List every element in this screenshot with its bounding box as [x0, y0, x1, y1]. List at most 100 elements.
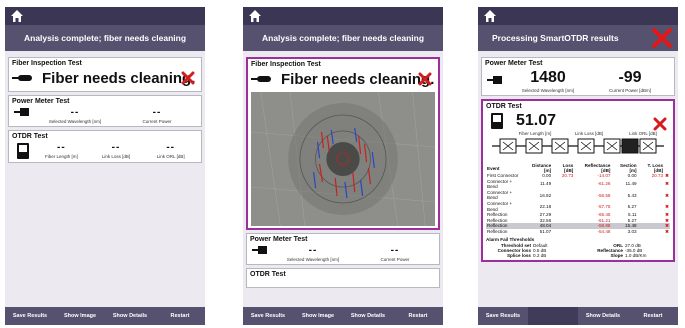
- card-title: Fiber Inspection Test: [251, 61, 321, 68]
- phone-screen-2: Analysis complete; fiber needs cleaning …: [243, 7, 443, 325]
- power-label: Current Power [dBm]: [608, 88, 651, 93]
- endface-graphic: [251, 92, 435, 226]
- event-section: 5.43: [627, 192, 637, 198]
- event-loss: [552, 190, 574, 201]
- link-orl-label: Link ORL [dB]: [156, 154, 185, 159]
- event-distance: 22.18: [539, 203, 552, 209]
- event-reflectance: -56.58: [597, 192, 611, 198]
- wavelength-value: 1480: [530, 69, 566, 86]
- link-orl-value: --: [166, 142, 176, 153]
- power-meter-card[interactable]: Power Meter Test -- Selected Wavelength […: [246, 233, 440, 265]
- fiber-probe-icon: [251, 76, 271, 82]
- wavelength-label: Selected Wavelength [nm]: [521, 88, 575, 93]
- power-meter-icon: [252, 246, 267, 254]
- event-section: 3.03: [627, 228, 637, 234]
- power-meter-card[interactable]: Power Meter Test -- Selected Wavelength […: [8, 95, 202, 127]
- event-section: 5.27: [627, 203, 637, 209]
- fiber-length-value: --: [57, 142, 66, 153]
- fiber-endface-image[interactable]: [251, 92, 435, 226]
- wavelength-value: --: [70, 107, 80, 118]
- card-title: OTDR Test: [486, 103, 522, 110]
- wavelength-label: Selected Wavelength [nm]: [48, 119, 102, 124]
- threshold-value: 1.0 dB/Km: [625, 252, 647, 258]
- threshold-key: Splice loss: [506, 252, 531, 258]
- restart-button[interactable]: Restart: [393, 307, 443, 325]
- home-icon[interactable]: [10, 9, 24, 23]
- event-total-loss: [638, 201, 665, 212]
- show-image-button[interactable]: Show Image: [55, 307, 105, 325]
- fiber-length-value: 51.07: [516, 112, 557, 129]
- link-loss-value: --: [111, 142, 121, 153]
- footer-bar: Save Results Show Image Show Details Res…: [243, 307, 443, 325]
- otdr-device-icon: [17, 143, 29, 159]
- fail-x-icon: ✖: [665, 192, 669, 198]
- table-row[interactable]: Connector + Bend 22.18 -57.75 5.27 ✖: [486, 201, 670, 212]
- footer-bar: Save Results Show Details Restart: [478, 307, 678, 325]
- card-title: OTDR Test: [12, 133, 48, 140]
- card-title: OTDR Test: [250, 271, 286, 278]
- col-header: Event: [487, 165, 500, 171]
- thresholds-title: Alarm Fail Thresholds: [486, 236, 535, 242]
- events-table: Event Distance [m] Loss [dB] Reflectance…: [486, 163, 670, 235]
- event-distance: 11.49: [540, 181, 552, 187]
- otdr-card[interactable]: OTDR Test -- Fiber Length [m] -- Link Loss…: [8, 130, 202, 163]
- phone-screen-1: Analysis complete; fiber needs cleaning …: [5, 7, 205, 325]
- wavelength-label: Selected Wavelength [nm]: [286, 257, 340, 262]
- col-header: Reflectance [dB]: [584, 163, 611, 173]
- event-name: Connector + Bend: [487, 178, 513, 190]
- event-name: Connector + Bend: [487, 189, 513, 201]
- power-value: -99: [618, 69, 642, 86]
- thresholds-section: Alarm Fail Thresholds Threshold set Defau…: [486, 237, 670, 258]
- col-header: Section [m]: [620, 163, 637, 173]
- power-meter-icon: [14, 108, 29, 116]
- event-loss: [552, 201, 574, 212]
- status-text: Analysis complete; fiber needs cleaning: [23, 33, 187, 43]
- show-details-button[interactable]: Show Details: [578, 307, 628, 325]
- show-details-button[interactable]: Show Details: [105, 307, 155, 325]
- threshold-key: Slope: [610, 252, 623, 258]
- table-row[interactable]: Connector + Bend 16.92 -56.58 5.43 ✖: [486, 190, 670, 201]
- event-loss: [552, 179, 574, 190]
- restart-button[interactable]: Restart: [155, 307, 205, 325]
- status-banner: Processing SmartOTDR results: [478, 25, 678, 51]
- fiber-inspection-card[interactable]: Fiber Inspection Test Fiber needs cleani…: [8, 57, 202, 92]
- power-meter-card[interactable]: Power Meter Test 1480 Selected Wavelength…: [481, 57, 675, 96]
- status-banner: Analysis complete; fiber needs cleaning: [243, 25, 443, 51]
- link-loss-label: Link Loss [dB]: [101, 154, 131, 159]
- event-distance: 16.92: [539, 192, 552, 198]
- home-icon[interactable]: [248, 9, 262, 23]
- inspection-message: Fiber needs cleaning.: [42, 69, 196, 87]
- status-text: Analysis complete; fiber needs cleaning: [261, 33, 425, 43]
- card-title: Fiber Inspection Test: [12, 60, 82, 67]
- event-total-loss: [638, 190, 665, 201]
- top-bar: [478, 7, 678, 25]
- threshold-value: 0.2 dB: [533, 252, 547, 258]
- link-map-diagram[interactable]: [486, 136, 670, 156]
- show-details-button[interactable]: Show Details: [343, 307, 393, 325]
- show-image-button[interactable]: Show Image: [293, 307, 343, 325]
- restart-button[interactable]: Restart: [628, 307, 678, 325]
- home-icon[interactable]: [483, 9, 497, 23]
- save-results-button[interactable]: Save Results: [243, 307, 293, 325]
- col-header: Loss [dB]: [562, 163, 574, 173]
- card-title: Power Meter Test: [250, 236, 308, 243]
- table-row[interactable]: Connector + Bend 11.49 -61.26 11.49 ✖: [486, 179, 670, 190]
- otdr-card[interactable]: OTDR Test: [246, 268, 440, 288]
- table-row[interactable]: Reflection 51.07 -54.48 3.03 ✖: [486, 229, 670, 235]
- event-reflectance: -57.75: [597, 203, 611, 209]
- event-section: 11.49: [625, 181, 637, 187]
- fiber-length-label: Fiber Length [m]: [44, 154, 78, 159]
- otdr-card[interactable]: OTDR Test 51.07 Fiber Length [m] Link Lo…: [481, 99, 675, 262]
- fail-x-icon: ✖: [665, 181, 669, 187]
- power-meter-icon: [487, 76, 502, 84]
- save-results-button[interactable]: Save Results: [5, 307, 55, 325]
- top-bar: [243, 7, 443, 25]
- fail-x-icon: ✖: [665, 228, 669, 234]
- save-results-button[interactable]: Save Results: [478, 307, 528, 325]
- footer-bar: Save Results Show Image Show Details Res…: [5, 307, 205, 325]
- event-distance: 51.07: [539, 228, 552, 234]
- event-reflectance: -54.48: [597, 228, 611, 234]
- card-title: Power Meter Test: [12, 98, 70, 105]
- fiber-inspection-card[interactable]: Fiber Inspection Test Fiber needs cleani…: [246, 57, 440, 230]
- show-image-button-disabled: [528, 307, 578, 325]
